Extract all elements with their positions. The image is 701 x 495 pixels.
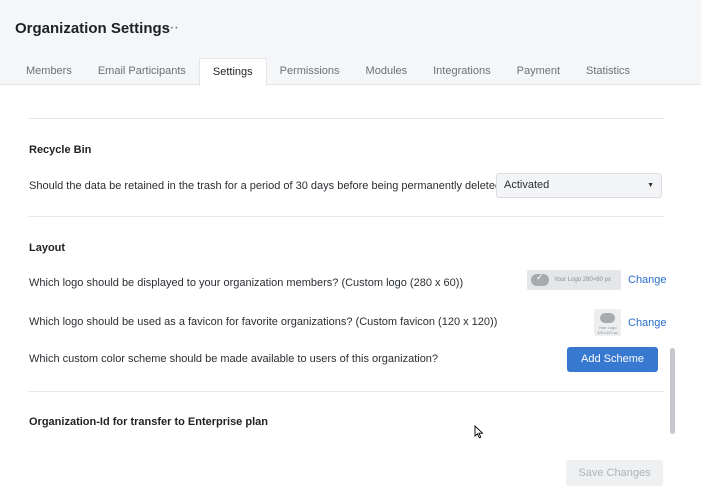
tab-bar: Members Email Participants Settings Perm…	[13, 58, 643, 86]
tab-modules[interactable]: Modules	[353, 58, 421, 85]
add-scheme-button[interactable]: Add Scheme	[567, 347, 658, 372]
favicon-preview: Your Logo 120×120 px	[594, 309, 621, 336]
page-header: Organization Settings ⋯ Members Email Pa…	[0, 0, 701, 86]
recycle-bin-question: Should the data be retained in the trash…	[29, 180, 508, 192]
enterprise-title: Organization-Id for transfer to Enterpri…	[29, 416, 268, 428]
tab-members[interactable]: Members	[13, 58, 85, 85]
recycle-bin-select-value: Activated	[504, 179, 550, 191]
tab-permissions[interactable]: Permissions	[267, 58, 353, 85]
layout-title: Layout	[29, 242, 66, 254]
tab-email-participants[interactable]: Email Participants	[85, 58, 199, 85]
more-options-icon[interactable]: ⋯	[165, 19, 180, 36]
favicon-question: Which logo should be used as a favicon f…	[29, 316, 498, 328]
save-changes-button[interactable]: Save Changes	[566, 460, 663, 486]
caret-down-icon: ▼	[647, 182, 654, 189]
logo-question: Which logo should be displayed to your o…	[29, 277, 464, 289]
section-divider	[28, 216, 664, 217]
logo-preview-text: Your Logo 280×60 px	[554, 277, 611, 283]
logo-preview: Your Logo 280×60 px	[527, 270, 621, 290]
vertical-scrollbar[interactable]	[670, 348, 675, 434]
recycle-bin-select[interactable]: Activated ▼	[496, 173, 662, 198]
change-favicon-link[interactable]: Change	[628, 317, 667, 329]
section-divider	[28, 391, 664, 392]
favicon-preview-text: Your Logo 120×120 px	[596, 325, 619, 335]
tab-settings[interactable]: Settings	[198, 58, 267, 86]
tab-integrations[interactable]: Integrations	[420, 58, 503, 85]
section-divider	[28, 118, 664, 119]
color-scheme-question: Which custom color scheme should be made…	[29, 353, 439, 365]
cloud-check-icon	[531, 272, 549, 286]
tab-payment[interactable]: Payment	[504, 58, 573, 85]
change-logo-link[interactable]: Change	[628, 274, 667, 286]
recycle-bin-title: Recycle Bin	[29, 144, 92, 156]
mouse-pointer-icon	[474, 425, 484, 439]
page-title: Organization Settings	[15, 20, 171, 37]
cloud-check-icon	[600, 313, 615, 323]
tab-statistics[interactable]: Statistics	[573, 58, 643, 85]
